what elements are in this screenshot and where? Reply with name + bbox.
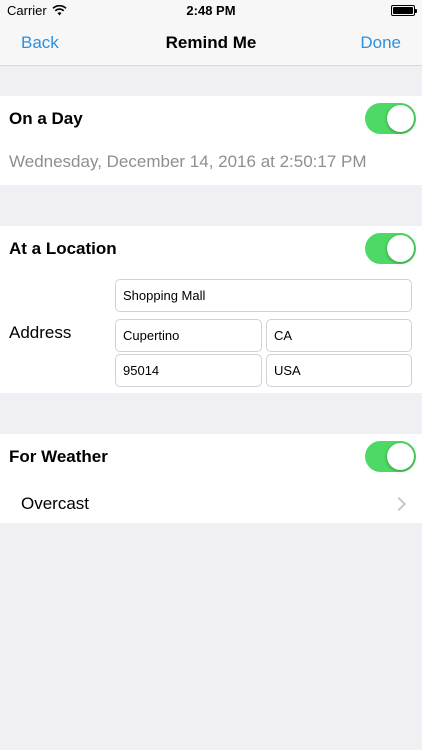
day-toggle[interactable]: [365, 103, 416, 134]
city-field[interactable]: [115, 319, 262, 352]
location-section-title: At a Location: [9, 239, 117, 258]
location-toggle[interactable]: [365, 233, 416, 264]
weather-section: For Weather Overcast: [0, 434, 422, 523]
status-bar: Carrier 2:48 PM: [0, 0, 422, 22]
weather-condition-row[interactable]: Overcast: [0, 486, 422, 523]
chevron-right-icon: [391, 496, 407, 512]
country-field[interactable]: [266, 354, 412, 387]
status-time: 2:48 PM: [186, 3, 236, 18]
weather-toggle[interactable]: [365, 441, 416, 472]
day-section-title: On a Day: [9, 109, 83, 128]
date-value[interactable]: Wednesday, December 14, 2016 at 2:50:17 …: [9, 152, 367, 172]
battery-icon: [391, 5, 417, 16]
toggle-knob: [387, 443, 414, 470]
day-section: On a Day Wednesday, December 14, 2016 at…: [0, 96, 422, 185]
state-field[interactable]: [266, 319, 412, 352]
location-section: At a Location Address: [0, 226, 422, 393]
zip-field[interactable]: [115, 354, 262, 387]
address-label: Address: [9, 323, 72, 342]
done-button[interactable]: Done: [360, 33, 401, 53]
weather-condition-label: Overcast: [21, 494, 90, 513]
street-field[interactable]: [115, 279, 412, 312]
page-title: Remind Me: [165, 33, 257, 52]
toggle-knob: [387, 235, 414, 262]
navigation-bar: Back Remind Me Done: [0, 22, 422, 66]
weather-section-title: For Weather: [9, 447, 108, 466]
toggle-knob: [387, 105, 414, 132]
